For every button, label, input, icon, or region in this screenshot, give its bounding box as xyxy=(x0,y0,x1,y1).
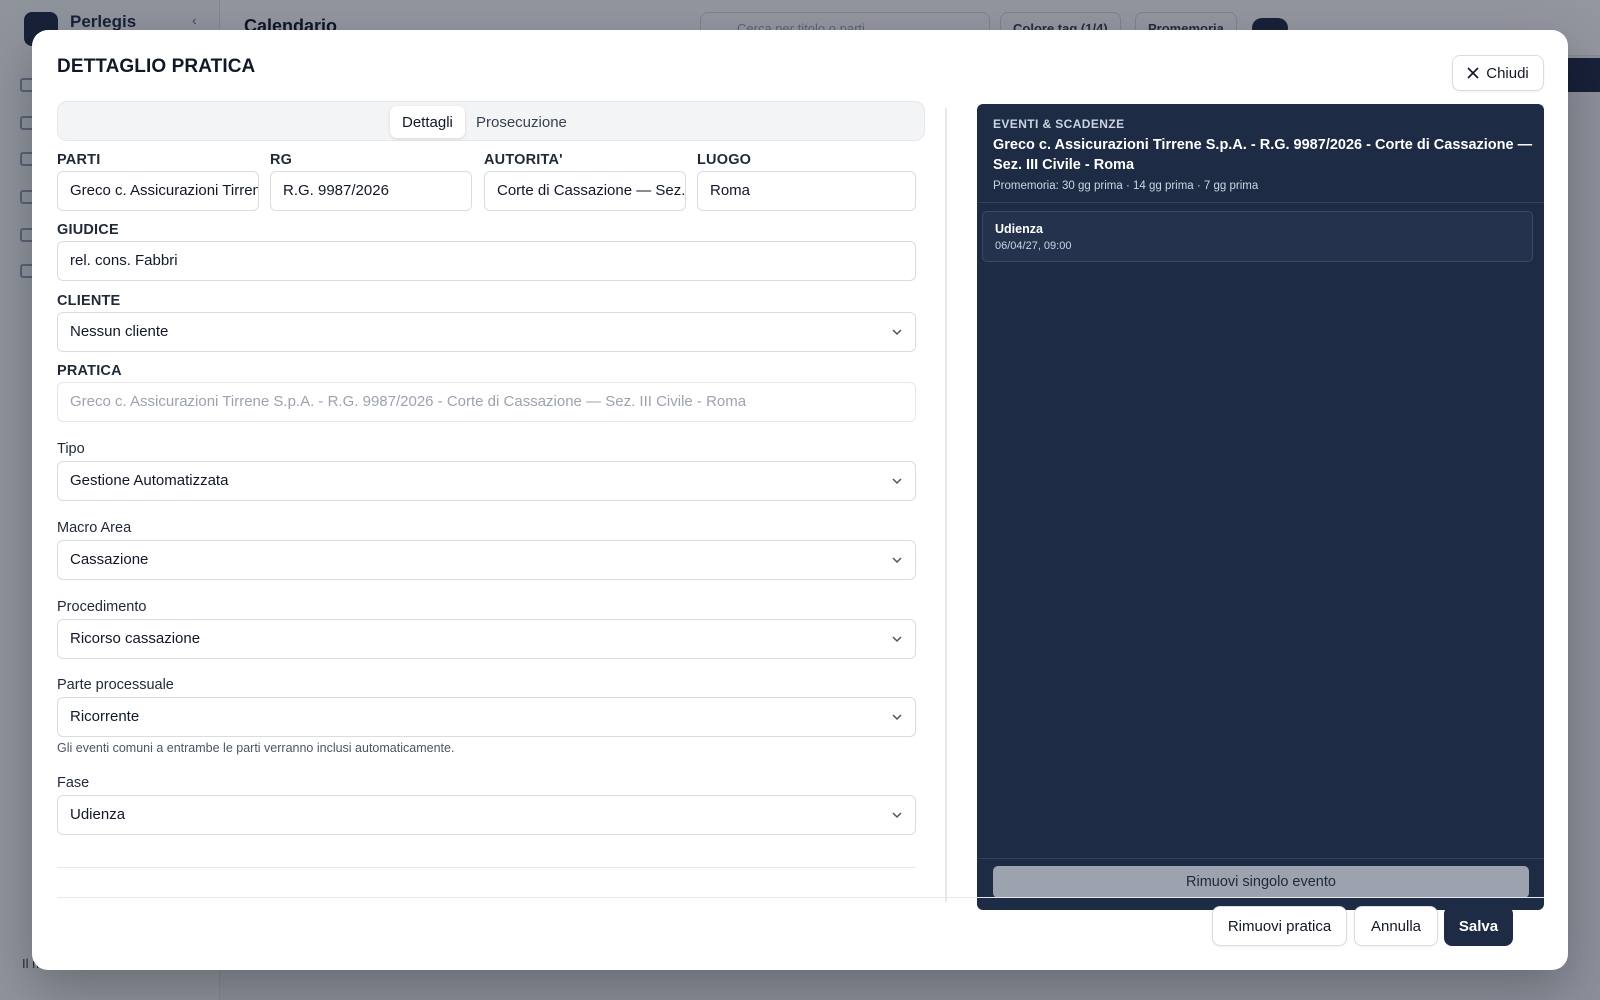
luogo-input[interactable]: Roma xyxy=(697,171,916,211)
parte-processuale-select[interactable]: Ricorrente xyxy=(57,697,916,737)
form-divider xyxy=(57,867,916,868)
events-panel: EVENTI & SCADENZE Greco c. Assicurazioni… xyxy=(977,104,1544,910)
events-kicker: EVENTI & SCADENZE xyxy=(993,117,1125,131)
chevron-down-icon xyxy=(892,478,902,485)
remove-practice-button[interactable]: Rimuovi pratica xyxy=(1212,906,1347,946)
event-item[interactable]: Udienza 06/04/27, 09:00 xyxy=(982,211,1533,262)
chevron-down-icon xyxy=(892,329,902,336)
chevron-down-icon xyxy=(892,557,902,564)
cliente-label: CLIENTE xyxy=(57,293,121,309)
close-button-label: Chiudi xyxy=(1486,64,1529,82)
luogo-label: LUOGO xyxy=(697,152,752,168)
parti-label: PARTI xyxy=(57,152,101,168)
macro-area-select[interactable]: Cassazione xyxy=(57,540,916,580)
chevron-down-icon xyxy=(892,714,902,721)
rg-input[interactable]: R.G. 9987/2026 xyxy=(270,171,472,211)
tipo-label: Tipo xyxy=(57,441,85,457)
parte-processuale-label: Parte processuale xyxy=(57,677,174,693)
macro-area-label: Macro Area xyxy=(57,520,132,536)
parte-processuale-hint: Gli eventi comuni a entrambe le parti ve… xyxy=(57,741,455,755)
tab-bar: Dettagli Prosecuzione xyxy=(57,101,925,141)
fase-select[interactable]: Udienza xyxy=(57,795,916,835)
event-item-date: 06/04/27, 09:00 xyxy=(995,240,1072,252)
cliente-select[interactable]: Nessun cliente xyxy=(57,312,916,352)
autorita-input[interactable]: Corte di Cassazione — Sez. III Civile xyxy=(484,171,686,211)
rg-label: RG xyxy=(270,152,293,168)
giudice-input[interactable]: rel. cons. Fabbri xyxy=(57,241,916,281)
tab-prosecuzione[interactable]: Prosecuzione xyxy=(464,106,579,138)
parte-processuale-select-value: Ricorrente xyxy=(70,708,140,725)
fase-select-value: Udienza xyxy=(70,806,126,823)
modal-title: DETTAGLIO PRATICA xyxy=(57,56,256,77)
macro-area-select-value: Cassazione xyxy=(70,551,149,568)
procedimento-select-value: Ricorso cassazione xyxy=(70,630,201,647)
pratica-input: Greco c. Assicurazioni Tirrene S.p.A. - … xyxy=(57,382,916,422)
vertical-divider xyxy=(945,108,947,902)
procedimento-label: Procedimento xyxy=(57,599,147,615)
cliente-select-value: Nessun cliente xyxy=(70,323,169,340)
event-item-name: Udienza xyxy=(995,222,1043,236)
procedimento-select[interactable]: Ricorso cassazione xyxy=(57,619,916,659)
tipo-select-value: Gestione Automatizzata xyxy=(70,472,229,489)
events-footer-divider xyxy=(977,858,1544,859)
close-icon xyxy=(1467,67,1479,79)
save-button[interactable]: Salva xyxy=(1444,906,1513,946)
pratica-label: PRATICA xyxy=(57,363,122,379)
tab-dettagli[interactable]: Dettagli xyxy=(390,106,465,138)
chevron-down-icon xyxy=(892,636,902,643)
footer-divider xyxy=(57,897,1544,898)
cancel-button[interactable]: Annulla xyxy=(1354,906,1438,946)
chevron-down-icon xyxy=(892,812,902,819)
events-title: Greco c. Assicurazioni Tirrene S.p.A. - … xyxy=(993,137,1533,173)
giudice-label: GIUDICE xyxy=(57,222,119,238)
events-reminder: Promemoria: 30 gg prima · 14 gg prima · … xyxy=(993,180,1259,192)
fase-label: Fase xyxy=(57,775,90,791)
autorita-label: AUTORITA' xyxy=(484,152,563,168)
tipo-select[interactable]: Gestione Automatizzata xyxy=(57,461,916,501)
close-button[interactable]: Chiudi xyxy=(1452,55,1544,91)
parti-input[interactable]: Greco c. Assicurazioni Tirrene S.p.A. xyxy=(57,171,259,211)
events-divider xyxy=(977,202,1544,203)
detail-modal: DETTAGLIO PRATICA Chiudi Dettagli Prosec… xyxy=(32,30,1568,970)
remove-event-button[interactable]: Rimuovi singolo evento xyxy=(993,866,1529,898)
